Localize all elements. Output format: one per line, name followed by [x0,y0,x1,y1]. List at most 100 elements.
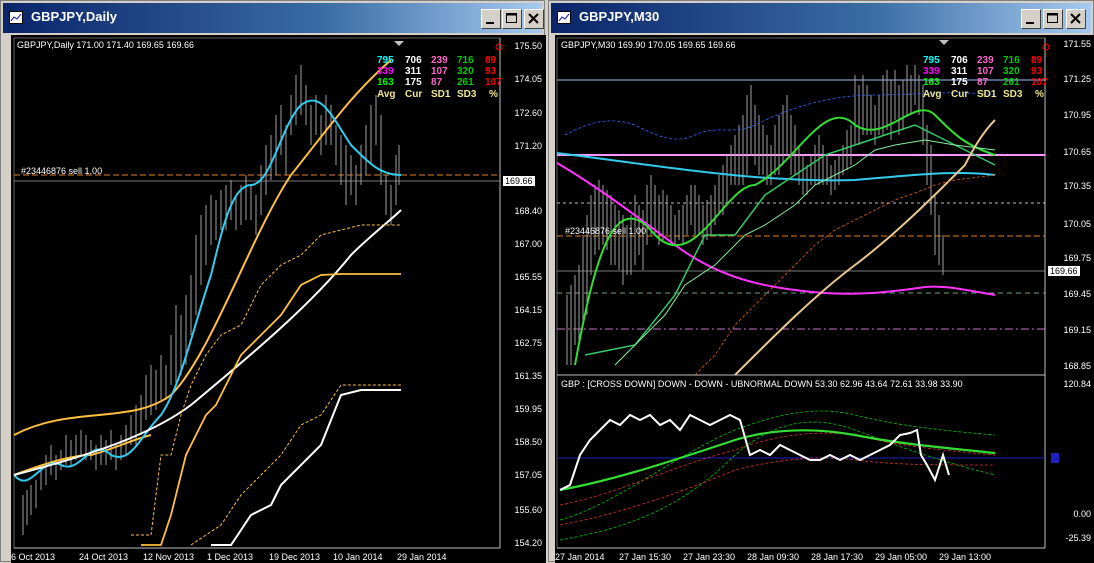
minimize-button[interactable] [481,9,501,29]
close-button[interactable] [1066,9,1086,29]
stat-header: SD1 [431,89,451,100]
stat-header: SD3 [1003,89,1023,100]
price-chart-graphics [556,37,1059,549]
stat-value: 89 [485,55,497,66]
stat-value: 716 [457,55,474,66]
stat-value: 107 [485,77,502,88]
time-tick: 28 Jan 09:30 [747,552,800,562]
time-tick: 27 Jan 2014 [555,552,605,562]
price-tick: 168.40 [514,206,542,216]
stat-value: 261 [457,77,474,88]
price-tick: 170.65 [1063,147,1091,157]
price-tick: 169.75 [1063,253,1091,263]
price-tick: 169.45 [1063,289,1091,299]
time-tick: 12 Nov 2013 [143,552,195,562]
time-tick: 19 Dec 2013 [269,552,321,562]
close-icon [528,13,539,24]
stat-value: 795 [377,55,394,66]
window-title: GBPJPY,M30 [579,9,660,24]
stat-value: 107 [1031,77,1048,88]
stat-header: % [1035,89,1044,100]
time-tick: 1 Dec 2013 [207,552,254,562]
maximize-icon [1047,13,1058,23]
stat-value: 239 [977,55,994,66]
stat-value: 339 [923,66,940,77]
price-tick: 155.60 [514,505,542,515]
minimize-icon [486,22,494,24]
order-label: #23446876 sell 1.00 [21,166,103,176]
price-tick: 174.05 [514,74,542,84]
stat-value: 93 [485,66,497,77]
indicator-tick: 0.00 [1073,509,1091,519]
time-tick: 10 Jan 2014 [333,552,383,562]
stat-value: 239 [431,55,448,66]
price-tick: 171.25 [1063,74,1091,84]
indicator-tick: -25.39 [1065,533,1091,543]
time-tick: 29 Jan 05:00 [875,552,928,562]
time-tick: 29 Jan 13:00 [939,552,992,562]
time-tick: 27 Jan 15:30 [619,552,672,562]
stat-value: 87 [431,77,443,88]
indicator-label: GBP : [CROSS DOWN] DOWN - DOWN - UBNORMA… [561,379,963,389]
price-tick: 171.20 [514,141,542,151]
price-tick: 170.35 [1063,181,1091,191]
stat-value: 163 [377,77,394,88]
price-chart[interactable]: GBPJPY,Daily 171.00 171.40 169.65 169.66… [11,35,546,563]
price-tick: 175.50 [514,41,542,51]
minimize-icon [1026,22,1034,24]
chart-window-m30[interactable]: GBPJPY,M30 GBPJPY,M30 169.90 170.05 169.… [548,0,1094,563]
time-tick: 6 Oct 2013 [11,552,56,562]
price-chart[interactable]: GBPJPY,M30 169.90 170.05 169.65 169.66 #… [555,35,1094,563]
price-tick: 162.75 [514,338,542,348]
stat-value: 175 [405,77,422,88]
stat-value: 311 [405,66,422,77]
price-tick: 171.55 [1063,39,1091,49]
stat-value: 795 [923,55,940,66]
stat-header: Cur [405,89,423,100]
chart-header: GBPJPY,Daily 171.00 171.40 169.65 169.66 [17,40,194,50]
indicator-tick: 120.84 [1063,379,1091,389]
price-tick: 158.50 [514,437,542,447]
time-tick: 29 Jan 2014 [397,552,447,562]
close-button[interactable] [524,9,544,29]
stat-value: 339 [377,66,394,77]
stat-value: 93 [1031,66,1043,77]
stat-header: % [489,89,498,100]
price-tick: 167.00 [514,239,542,249]
price-tick: 169.15 [1063,325,1091,335]
stat-value: 175 [951,77,968,88]
stat-header: Cur [951,89,969,100]
order-label: #23446876 sell 1.00 [565,226,647,236]
minimize-button[interactable] [1021,9,1041,29]
chart-window-icon [557,11,571,24]
time-tick: 24 Oct 2013 [79,552,129,562]
stat-value: 87 [977,77,989,88]
stat-header: Avg [377,89,396,100]
stat-header: SD1 [977,89,997,100]
chart-header: GBPJPY,M30 169.90 170.05 169.65 169.66 [561,40,736,50]
stat-value: 716 [1003,55,1020,66]
price-chart-graphics [13,37,503,549]
maximize-button[interactable] [502,9,522,29]
maximize-button[interactable] [1043,9,1063,29]
stat-value: 107 [431,66,448,77]
stat-value: 311 [951,66,968,77]
price-tick: 172.60 [514,108,542,118]
price-tick: 157.05 [514,470,542,480]
chart-window-daily[interactable]: GBPJPY,Daily GBPJPY,Daily 171.00 171.40 … [0,0,546,563]
stat-header: SD3 [457,89,477,100]
stat-value: 261 [1003,77,1020,88]
price-tick: 165.55 [514,272,542,282]
stat-value: 706 [951,55,968,66]
price-tick: 164.15 [514,305,542,315]
current-price-box: 169.66 [1048,266,1080,276]
window-titlebar[interactable]: GBPJPY,M30 [551,3,1091,33]
window-title: GBPJPY,Daily [31,9,117,24]
stat-value: 107 [977,66,994,77]
price-tick: 168.85 [1063,361,1091,371]
stat-value: 89 [1031,55,1043,66]
price-tick: 159.95 [514,404,542,414]
current-price-box: 169.66 [503,176,535,186]
window-titlebar[interactable]: GBPJPY,Daily [3,3,544,33]
price-tick: 170.05 [1063,219,1091,229]
